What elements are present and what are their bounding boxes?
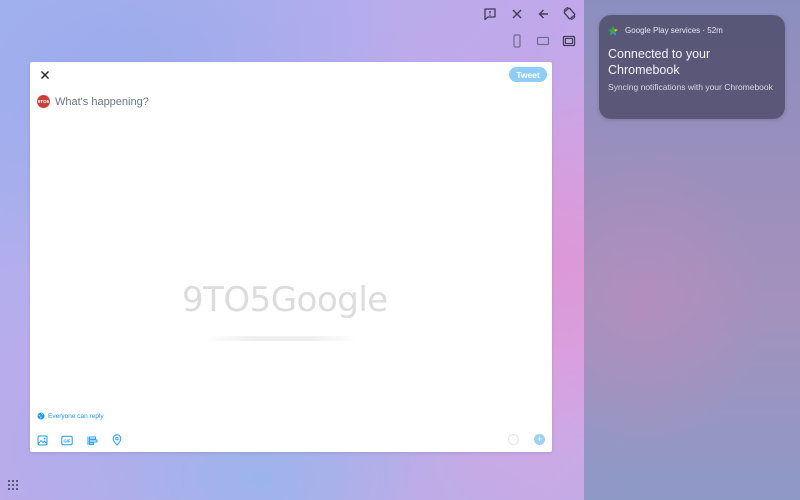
gif-icon[interactable]: GIF [60,433,74,447]
resizable-icon[interactable] [558,30,580,52]
close-compose-icon[interactable] [34,64,56,86]
tweet-button[interactable]: Tweet [509,67,547,82]
svg-text:GIF: GIF [64,438,71,443]
image-icon[interactable] [35,433,49,447]
feedback-icon[interactable] [479,3,501,25]
watermark: 9TO5Google [182,280,388,320]
tablet-size-icon[interactable] [532,30,554,52]
notification-title: Connected to your Chromebook [608,47,711,77]
back-icon[interactable] [532,3,554,25]
tweet-text-input[interactable] [55,93,495,110]
watermark-underline [206,336,356,341]
globe-icon [37,412,45,420]
google-play-icon [607,25,619,36]
launcher-icon[interactable] [7,478,19,490]
tweet-compose-window: Tweet 9TO5 9TO5Google Everyone can reply… [30,62,552,452]
close-icon[interactable] [506,3,528,25]
poll-icon[interactable] [85,433,99,447]
location-icon[interactable] [110,433,124,447]
avatar-text: 9TO5 [37,99,50,104]
notification-body: Syncing notifications with your Chromebo… [608,82,773,92]
add-tweet-button[interactable]: + [534,434,545,445]
notification-card[interactable]: Google Play services · 52m Connected to … [599,15,785,119]
rotate-icon[interactable] [558,2,580,24]
reply-setting[interactable]: Everyone can reply [37,410,104,422]
plus-icon: + [536,434,543,444]
notification-source: Google Play services · 52m [625,26,723,35]
reply-setting-label: Everyone can reply [48,412,104,420]
phone-size-icon[interactable] [506,30,528,52]
avatar[interactable]: 9TO5 [37,95,50,108]
character-count-ring [508,434,519,445]
